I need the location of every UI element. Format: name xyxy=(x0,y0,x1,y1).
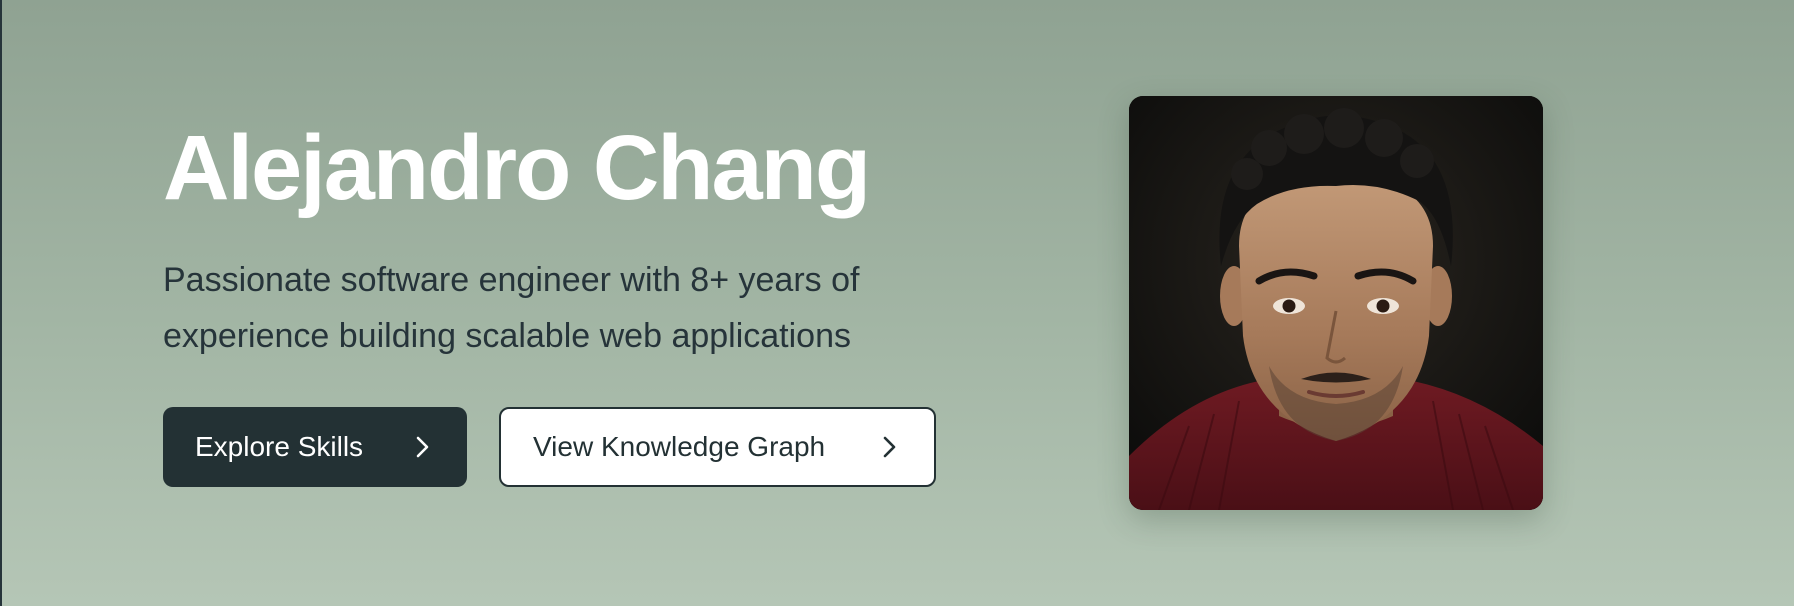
hero-tagline: Passionate software engineer with 8+ yea… xyxy=(163,261,860,355)
page: Alejandro Chang Passionate software engi… xyxy=(0,0,1794,614)
chevron-right-icon xyxy=(411,435,435,459)
view-knowledge-graph-label: View Knowledge Graph xyxy=(533,431,826,462)
profile-photo xyxy=(1129,96,1543,510)
explore-skills-button[interactable]: Explore Skills xyxy=(163,407,467,487)
chevron-right-icon xyxy=(878,435,902,459)
hero-actions: Explore Skills View Knowledge Graph xyxy=(163,407,936,487)
hero-name: Alejandro Chang xyxy=(163,117,871,219)
explore-skills-label: Explore Skills xyxy=(195,431,364,462)
hero-section: Alejandro Chang Passionate software engi… xyxy=(2,0,1794,606)
view-knowledge-graph-button[interactable]: View Knowledge Graph xyxy=(499,407,936,487)
